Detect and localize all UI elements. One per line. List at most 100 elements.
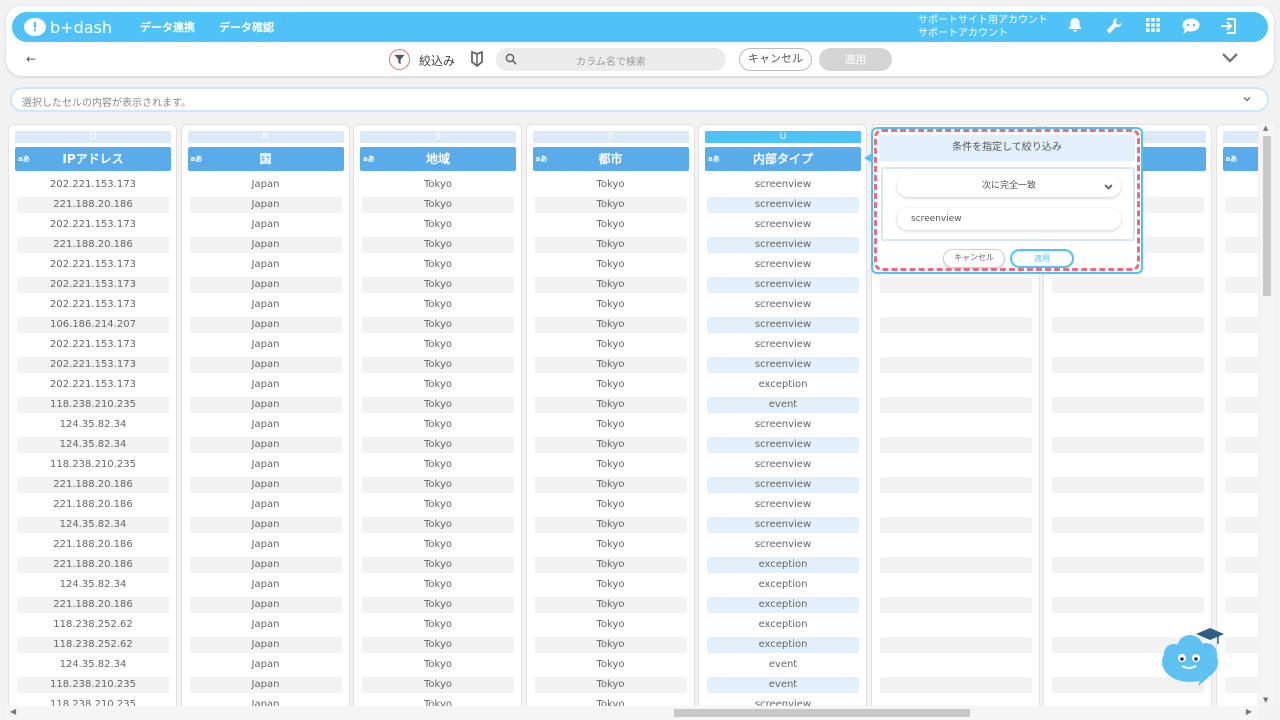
nav-data-integration[interactable]: データ連携 — [140, 19, 195, 35]
table-cell[interactable]: Japan — [189, 677, 342, 693]
table-cell[interactable] — [879, 597, 1032, 613]
table-cell[interactable]: screenview — [707, 277, 859, 293]
table-cell[interactable] — [879, 437, 1032, 453]
table-cell[interactable]: Tokyo — [362, 417, 514, 433]
table-cell[interactable]: Tokyo — [535, 617, 687, 633]
table-cell[interactable]: screenview — [707, 457, 859, 473]
table-cell[interactable]: Tokyo — [362, 457, 514, 473]
table-cell[interactable]: Tokyo — [535, 457, 687, 473]
table-cell[interactable]: Tokyo — [534, 237, 687, 253]
table-cell[interactable]: Tokyo — [362, 277, 514, 293]
table-cell[interactable]: 202.221.153.173 — [17, 217, 169, 233]
table-cell[interactable]: exception — [707, 617, 859, 633]
table-cell[interactable]: 221.188.20.186 — [17, 197, 169, 213]
filter-value-input[interactable]: screenview — [897, 208, 1121, 230]
table-cell[interactable]: Tokyo — [362, 637, 514, 653]
table-cell[interactable]: Tokyo — [534, 557, 687, 573]
table-cell[interactable]: Japan — [189, 557, 342, 573]
table-cell[interactable]: Tokyo — [535, 537, 687, 553]
table-cell[interactable]: 124.35.82.34 — [17, 417, 169, 433]
table-cell[interactable]: event — [707, 677, 859, 693]
table-cell[interactable]: Tokyo — [362, 657, 514, 673]
table-cell[interactable]: 221.188.20.186 — [17, 477, 169, 493]
table-cell[interactable] — [1225, 537, 1259, 553]
table-cell[interactable]: exception — [707, 637, 859, 653]
table-cell[interactable] — [1225, 377, 1259, 393]
table-cell[interactable]: event — [707, 397, 859, 413]
horizontal-scrollbar[interactable]: ◀ ▶ — [6, 706, 1258, 720]
table-cell[interactable] — [879, 317, 1032, 333]
table-cell[interactable]: Tokyo — [534, 637, 687, 653]
table-cell[interactable]: Japan — [189, 237, 342, 253]
column-header[interactable]: aあ 地域 — [360, 147, 516, 171]
table-cell[interactable]: screenview — [707, 437, 859, 453]
table-cell[interactable] — [1225, 297, 1259, 313]
table-cell[interactable] — [1224, 317, 1258, 333]
table-cell[interactable]: Tokyo — [362, 577, 514, 593]
table-cell[interactable]: Tokyo — [362, 377, 514, 393]
table-cell[interactable]: Tokyo — [535, 217, 687, 233]
table-cell[interactable]: 221.188.20.186 — [17, 557, 169, 573]
table-cell[interactable] — [1224, 637, 1258, 653]
table-cell[interactable]: Tokyo — [535, 257, 687, 273]
filter-icon[interactable] — [389, 49, 410, 70]
column-letter[interactable]: U — [705, 131, 861, 143]
table-cell[interactable]: Tokyo — [535, 697, 687, 706]
chat-icon[interactable] — [1180, 17, 1202, 37]
column-search-input[interactable]: カラム名で検索 — [496, 48, 726, 71]
table-cell[interactable]: Tokyo — [362, 477, 514, 493]
table-cell[interactable]: Japan — [190, 217, 342, 233]
column-header[interactable]: aあ 都市 — [532, 147, 689, 171]
table-cell[interactable]: Tokyo — [362, 337, 514, 353]
table-cell[interactable] — [879, 357, 1032, 373]
table-cell[interactable]: screenview — [707, 517, 859, 533]
table-cell[interactable]: Japan — [190, 297, 342, 313]
table-cell[interactable]: screenview — [707, 217, 859, 233]
table-cell[interactable]: Japan — [189, 477, 342, 493]
table-cell[interactable]: screenview — [707, 177, 859, 193]
column-letter[interactable]: R — [187, 131, 344, 143]
table-cell[interactable]: Tokyo — [535, 297, 687, 313]
table-cell[interactable]: Japan — [190, 577, 342, 593]
table-cell[interactable]: 124.35.82.34 — [17, 517, 169, 533]
table-cell[interactable]: screenview — [707, 497, 859, 513]
table-cell[interactable]: Japan — [189, 317, 342, 333]
table-cell[interactable] — [1052, 317, 1204, 333]
table-cell[interactable]: event — [707, 657, 859, 673]
table-cell[interactable]: Tokyo — [534, 437, 687, 453]
horizontal-scroll-thumb[interactable] — [674, 709, 970, 717]
table-cell[interactable]: Japan — [190, 697, 342, 706]
column-letter[interactable]: T — [532, 131, 689, 143]
table-cell[interactable]: Tokyo — [534, 597, 687, 613]
table-cell[interactable]: exception — [707, 557, 859, 573]
table-cell[interactable]: screenview — [707, 537, 859, 553]
table-cell[interactable] — [1224, 557, 1258, 573]
table-cell[interactable] — [880, 697, 1032, 706]
table-cell[interactable]: screenview — [707, 237, 859, 253]
table-cell[interactable]: Japan — [190, 537, 342, 553]
column-letter[interactable]: Q — [15, 131, 171, 143]
table-cell[interactable]: Tokyo — [534, 397, 687, 413]
table-cell[interactable]: Japan — [189, 277, 342, 293]
table-cell[interactable]: exception — [707, 377, 859, 393]
table-cell[interactable]: Japan — [190, 257, 342, 273]
table-cell[interactable] — [879, 557, 1032, 573]
table-cell[interactable]: Japan — [189, 437, 342, 453]
table-cell[interactable] — [1224, 197, 1258, 213]
table-cell[interactable] — [1225, 257, 1259, 273]
table-cell[interactable]: Tokyo — [362, 437, 514, 453]
table-cell[interactable] — [879, 517, 1032, 533]
table-cell[interactable] — [1052, 437, 1204, 453]
table-cell[interactable]: Tokyo — [362, 357, 514, 373]
table-cell[interactable]: Tokyo — [362, 537, 514, 553]
back-arrow-icon[interactable]: ← — [26, 52, 36, 66]
table-cell[interactable]: Japan — [190, 657, 342, 673]
table-cell[interactable]: Tokyo — [362, 317, 514, 333]
table-cell[interactable] — [880, 577, 1032, 593]
table-cell[interactable] — [1052, 517, 1204, 533]
table-cell[interactable]: 202.221.153.173 — [17, 277, 169, 293]
table-cell[interactable]: Tokyo — [362, 517, 514, 533]
table-cell[interactable]: Tokyo — [362, 677, 514, 693]
table-cell[interactable]: Japan — [189, 397, 342, 413]
table-cell[interactable]: Tokyo — [535, 657, 687, 673]
